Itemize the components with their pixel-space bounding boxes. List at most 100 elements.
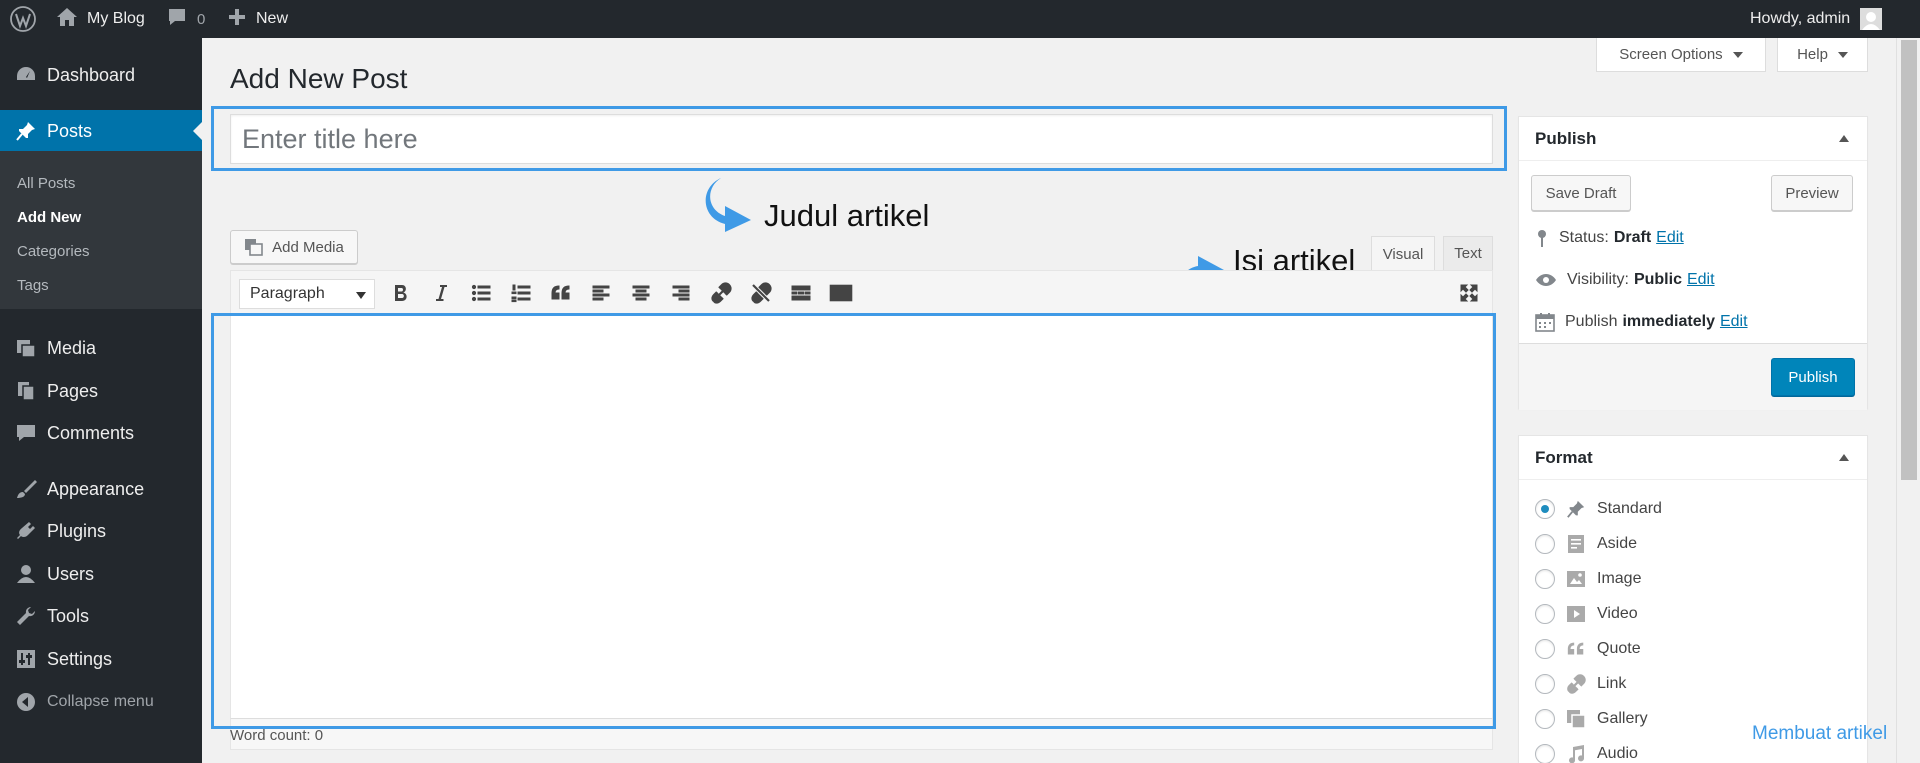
home-icon: [56, 7, 78, 32]
account-menu[interactable]: Howdy, admin: [1750, 0, 1883, 38]
schedule-row: Publish immediately Edit: [1535, 311, 1748, 333]
pin-icon: [14, 119, 38, 143]
admin-bar: My Blog 0 New Howdy, admin: [0, 0, 1920, 38]
brush-icon: [14, 477, 38, 501]
avatar: [1860, 8, 1883, 30]
sidebar-item-appearance[interactable]: Appearance: [0, 468, 202, 510]
edit-schedule-link[interactable]: Edit: [1720, 313, 1748, 331]
greeting: Howdy, admin: [1750, 10, 1851, 27]
link-icon[interactable]: [709, 281, 733, 305]
read-more-icon[interactable]: [789, 281, 813, 305]
admin-sidebar: Dashboard Posts All Posts Add New Catego…: [0, 38, 202, 763]
link-icon: [1565, 673, 1587, 695]
align-center-icon[interactable]: [629, 281, 653, 305]
help-button[interactable]: Help: [1777, 38, 1868, 72]
sidebar-item-settings[interactable]: Settings: [0, 638, 202, 680]
sidebar-item-comments[interactable]: Comments: [0, 412, 202, 454]
wordpress-logo-icon[interactable]: [10, 0, 36, 38]
add-media-button[interactable]: Add Media: [230, 230, 358, 264]
format-select[interactable]: Paragraph: [239, 279, 375, 309]
collapse-arrow-icon[interactable]: [1839, 454, 1849, 461]
radio-button[interactable]: [1535, 744, 1555, 763]
plus-icon: [228, 8, 246, 31]
sidebar-item-tools[interactable]: Tools: [0, 595, 202, 637]
radio-button[interactable]: [1535, 534, 1555, 554]
sidebar-item-pages[interactable]: Pages: [0, 370, 202, 412]
submenu-categories[interactable]: Categories: [17, 243, 90, 260]
pages-icon: [14, 379, 38, 403]
site-name-link[interactable]: My Blog: [56, 0, 145, 38]
radio-button[interactable]: [1535, 639, 1555, 659]
format-option-image[interactable]: Image: [1535, 566, 1641, 592]
radio-button[interactable]: [1535, 674, 1555, 694]
publish-button[interactable]: Publish: [1771, 358, 1855, 396]
radio-button[interactable]: [1535, 499, 1555, 519]
wrench-icon: [14, 604, 38, 628]
format-option-video[interactable]: Video: [1535, 601, 1638, 627]
pin-icon: [1535, 228, 1559, 248]
sidebar-item-dashboard[interactable]: Dashboard: [0, 54, 202, 96]
chevron-down-icon: [1837, 51, 1848, 58]
caption-text: Membuat artikel: [1752, 723, 1888, 744]
radio-button[interactable]: [1535, 569, 1555, 589]
new-label: New: [256, 10, 289, 27]
save-draft-button[interactable]: Save Draft: [1531, 175, 1631, 211]
format-option-audio[interactable]: Audio: [1535, 741, 1638, 763]
radio-button[interactable]: [1535, 604, 1555, 624]
dashboard-icon: [14, 63, 38, 87]
aside-icon: [1565, 533, 1587, 555]
blockquote-icon[interactable]: [549, 281, 573, 305]
page-title: Add New Post: [230, 63, 408, 94]
tab-text[interactable]: Text: [1443, 236, 1493, 270]
sidebar-item-media[interactable]: Media: [0, 327, 202, 369]
sidebar-item-posts[interactable]: Posts: [0, 110, 202, 152]
fullscreen-icon[interactable]: [1457, 281, 1481, 305]
sidebar-item-plugins[interactable]: Plugins: [0, 510, 202, 552]
format-panel-header[interactable]: Format: [1519, 436, 1867, 480]
page-scrollbar[interactable]: [1896, 38, 1920, 763]
format-option-quote[interactable]: Quote: [1535, 636, 1641, 662]
format-option-gallery[interactable]: Gallery: [1535, 706, 1648, 732]
chevron-down-icon: [1732, 51, 1743, 58]
collapse-menu-button[interactable]: Collapse menu: [0, 681, 202, 723]
media-icon: [14, 336, 38, 360]
calendar-icon: [1535, 312, 1565, 332]
bullet-list-icon[interactable]: [469, 281, 493, 305]
tab-visual[interactable]: Visual: [1371, 236, 1435, 271]
publish-panel: Publish Save Draft Preview Status: Draft…: [1518, 116, 1868, 410]
publish-panel-header[interactable]: Publish: [1519, 117, 1867, 161]
preview-button[interactable]: Preview: [1771, 175, 1853, 211]
audio-icon: [1565, 743, 1587, 763]
format-option-aside[interactable]: Aside: [1535, 531, 1637, 557]
visibility-row: Visibility: Public Edit: [1535, 269, 1715, 291]
screen-options-button[interactable]: Screen Options: [1596, 38, 1766, 72]
submenu-all-posts[interactable]: All Posts: [17, 175, 75, 192]
unlink-icon[interactable]: [749, 281, 773, 305]
bold-icon[interactable]: [389, 281, 413, 305]
plug-icon: [14, 519, 38, 543]
new-content-link[interactable]: New: [228, 0, 288, 38]
comments-link[interactable]: 0: [167, 0, 205, 38]
word-count: Word count: 0: [230, 727, 324, 744]
collapse-arrow-icon[interactable]: [1839, 135, 1849, 142]
eye-icon: [1535, 272, 1567, 288]
settings-icon: [14, 647, 38, 671]
sidebar-item-users[interactable]: Users: [0, 553, 202, 595]
align-right-icon[interactable]: [669, 281, 693, 305]
format-option-standard[interactable]: Standard: [1535, 496, 1662, 522]
user-icon: [14, 562, 38, 586]
scrollbar-thumb[interactable]: [1901, 40, 1917, 480]
format-option-link[interactable]: Link: [1535, 671, 1626, 697]
italic-icon[interactable]: [429, 281, 453, 305]
numbered-list-icon[interactable]: [509, 281, 533, 305]
edit-visibility-link[interactable]: Edit: [1687, 271, 1715, 289]
edit-status-link[interactable]: Edit: [1656, 229, 1684, 247]
submenu-tags[interactable]: Tags: [17, 277, 49, 294]
pin-icon: [1565, 498, 1587, 520]
title-annotation-label: Judul artikel: [764, 198, 930, 233]
align-left-icon[interactable]: [589, 281, 613, 305]
toolbar-toggle-icon[interactable]: [829, 281, 853, 305]
radio-button[interactable]: [1535, 709, 1555, 729]
visibility-value: Public: [1633, 271, 1682, 288]
submenu-add-new[interactable]: Add New: [17, 209, 81, 226]
